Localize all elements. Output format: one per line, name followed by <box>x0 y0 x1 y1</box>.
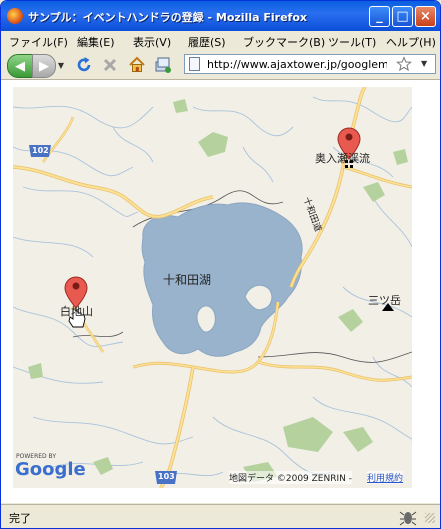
menu-bookmarks[interactable]: ブックマーク(B) <box>243 34 325 50</box>
window-title: サンプル：イベントハンドラの登録 - Mozilla Firefox <box>28 11 307 24</box>
route-shield-102-label: 102 <box>32 146 49 155</box>
status-text: 完了 <box>9 512 31 525</box>
resize-grip[interactable] <box>425 513 435 523</box>
menu-edit[interactable]: 編集(E) <box>77 34 115 50</box>
bookmark-star-icon[interactable] <box>396 56 412 72</box>
google-logo[interactable]: Google <box>15 459 86 480</box>
back-arrow-icon: ◀ <box>15 58 25 74</box>
close-button[interactable]: × <box>415 6 436 27</box>
maximize-button[interactable]: □ <box>392 6 413 27</box>
mountain-label: 三ツ岳 <box>368 294 401 307</box>
map-copyright: 地図データ ©2009 ZENRIN - <box>229 471 352 484</box>
url-text: http://www.ajaxtower.jp/googlemap <box>207 58 387 71</box>
menu-tools[interactable]: ツール(T) <box>328 34 376 50</box>
route-shield-103-label: 103 <box>158 472 175 481</box>
forward-button[interactable]: ▶ <box>32 54 56 78</box>
terms-link[interactable]: 利用規約 <box>367 471 404 484</box>
reload-icon[interactable] <box>75 56 93 74</box>
menu-file[interactable]: ファイル(F) <box>9 34 68 50</box>
lake-label: 十和田湖 <box>163 273 212 287</box>
home-icon[interactable] <box>128 56 146 74</box>
history-dropdown-button[interactable]: ▼ <box>56 54 66 76</box>
menu-view[interactable]: 表示(V) <box>133 34 171 50</box>
marker-label-oirase: 奥入瀬渓流 <box>315 152 370 165</box>
menu-history[interactable]: 履歴(S) <box>188 34 226 50</box>
map-canvas[interactable] <box>13 87 412 488</box>
forward-arrow-icon: ▶ <box>39 58 49 74</box>
marker-label-shirajiyama: 白地山 <box>60 305 93 318</box>
back-button[interactable]: ◀ <box>7 54 33 78</box>
menu-bar: ファイル(F) 編集(E) 表示(V) 履歴(S) ブックマーク(B) ツール(… <box>1 31 440 51</box>
stop-icon[interactable] <box>101 56 119 74</box>
menu-help[interactable]: ヘルプ(H) <box>386 34 436 50</box>
title-bar[interactable]: サンプル：イベントハンドラの登録 - Mozilla Firefox _ □ × <box>1 1 440 31</box>
page-icon <box>189 57 200 71</box>
page-content: 102 103 十和田湖 奥入瀬渓流 白地山 三ツ岳 十和田道 POWERED … <box>1 80 440 503</box>
minimize-button[interactable]: _ <box>369 6 390 27</box>
navigation-toolbar: ◀ ▶ ▼ http://www.ajaxtower.jp/googlemap … <box>1 51 440 80</box>
status-bar: 完了 <box>1 504 440 528</box>
google-map[interactable]: 102 103 十和田湖 奥入瀬渓流 白地山 三ツ岳 十和田道 POWERED … <box>13 87 412 488</box>
url-bar[interactable]: http://www.ajaxtower.jp/googlemap ▼ <box>184 54 436 74</box>
url-dropdown-arrow-icon[interactable]: ▼ <box>421 59 427 68</box>
network-icon[interactable] <box>154 56 172 74</box>
firefox-icon <box>7 8 23 24</box>
browser-window: サンプル：イベントハンドラの登録 - Mozilla Firefox _ □ ×… <box>0 0 441 529</box>
firebug-icon[interactable] <box>399 508 417 526</box>
